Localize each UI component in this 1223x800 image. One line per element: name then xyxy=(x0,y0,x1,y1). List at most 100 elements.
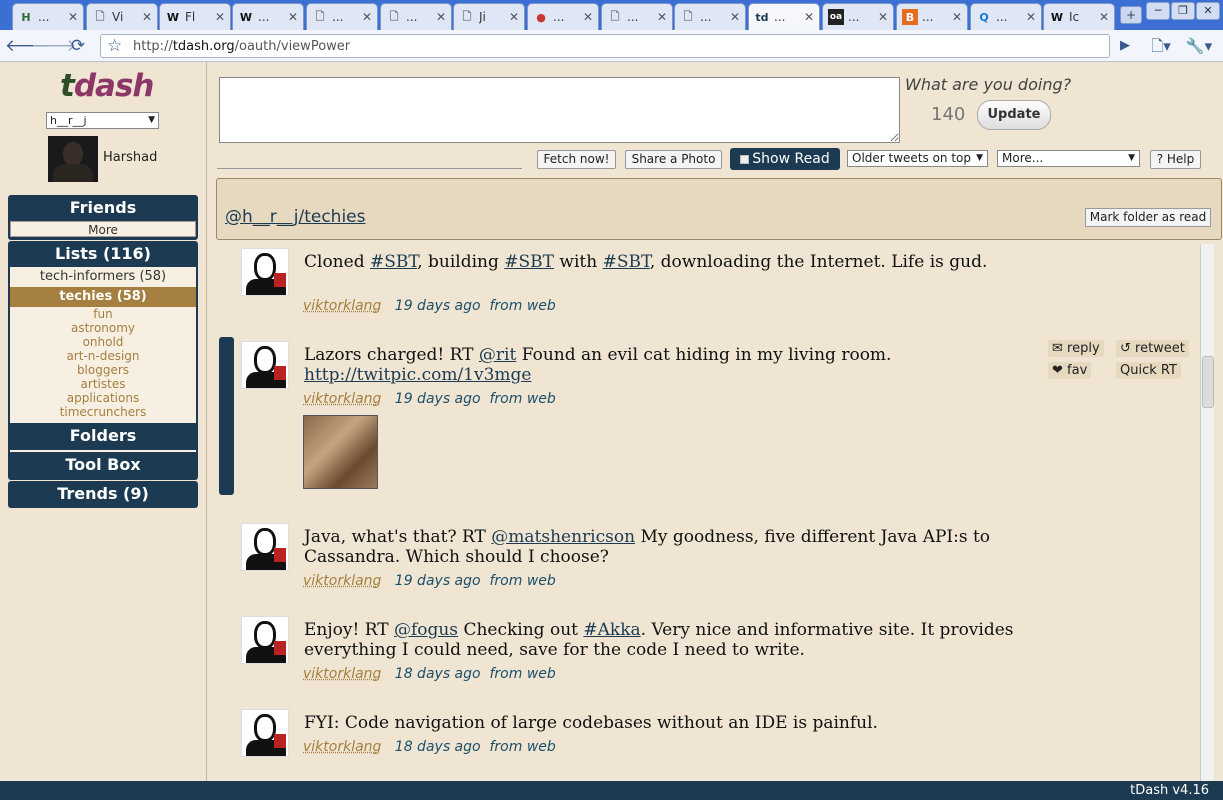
browser-tab[interactable]: B... ✕ xyxy=(896,3,968,30)
help-button[interactable]: ? Help xyxy=(1150,150,1201,169)
browser-tab[interactable]: 🗋... ✕ xyxy=(306,3,378,30)
tweet-link[interactable]: #Akka xyxy=(583,620,640,640)
list-item[interactable]: tech-informers (58) xyxy=(10,267,196,287)
tweet-avatar[interactable] xyxy=(241,341,289,389)
tweet-link[interactable]: #SBT xyxy=(504,252,554,272)
feed-scrollbar[interactable] xyxy=(1200,244,1214,781)
browser-tab[interactable]: 🗋... ✕ xyxy=(601,3,673,30)
browser-tab[interactable]: 🗋 Vi ✕ xyxy=(86,3,158,30)
mark-folder-read-button[interactable]: Mark folder as read xyxy=(1085,208,1211,227)
browser-tab[interactable]: 🗋 Ji ✕ xyxy=(453,3,525,30)
status-input[interactable] xyxy=(219,77,900,143)
toolbox-panel[interactable]: Tool Box xyxy=(8,452,198,479)
wrench-menu-icon[interactable]: 🔧▾ xyxy=(1184,35,1214,57)
close-tab-icon[interactable]: ✕ xyxy=(1026,10,1036,24)
tweet-avatar[interactable] xyxy=(241,709,289,757)
more-select[interactable]: More... ▼ xyxy=(997,150,1140,167)
address-bar[interactable]: ☆ http://tdash.org/oauth/viewPower xyxy=(100,34,1110,58)
account-select[interactable]: h__r__j ▼ xyxy=(46,112,159,129)
tweet-username-link[interactable]: viktorklang xyxy=(303,298,381,314)
share-photo-button[interactable]: Share a Photo xyxy=(625,150,722,169)
close-tab-icon[interactable]: ✕ xyxy=(142,10,152,24)
show-read-toggle[interactable]: Show Read xyxy=(730,148,840,170)
trends-panel[interactable]: Trends (9) xyxy=(8,481,198,508)
new-tab-button[interactable]: + xyxy=(1120,6,1142,24)
close-tab-icon[interactable]: ✕ xyxy=(362,10,372,24)
scrollbar-thumb[interactable] xyxy=(1202,356,1214,408)
close-tab-icon[interactable]: ✕ xyxy=(952,10,962,24)
tweet-avatar[interactable] xyxy=(241,248,289,296)
sublist-item[interactable]: artistes xyxy=(10,377,196,391)
browser-tab[interactable]: H... ✕ xyxy=(12,3,84,30)
quick-rt-button[interactable]: Quick RT xyxy=(1116,362,1181,379)
close-tab-icon[interactable]: ✕ xyxy=(804,10,814,24)
reload-icon[interactable]: ⟳ xyxy=(66,35,90,57)
close-tab-icon[interactable]: ✕ xyxy=(878,10,888,24)
tweet-link[interactable]: @matshenricson xyxy=(491,527,635,547)
lists-header[interactable]: Lists (116) xyxy=(8,241,198,267)
browser-tab[interactable]: ●... ✕ xyxy=(527,3,599,30)
back-icon[interactable]: 🡐 xyxy=(5,35,51,57)
folders-panel[interactable]: Folders xyxy=(8,423,198,450)
browser-tab[interactable]: Q... ✕ xyxy=(970,3,1042,30)
tweet-time-link[interactable]: 18 days ago xyxy=(395,666,481,682)
tweet-link[interactable]: @rit xyxy=(479,345,516,365)
tweet-username-link[interactable]: viktorklang xyxy=(303,666,381,682)
close-tab-icon[interactable]: ✕ xyxy=(288,10,298,24)
maximize-window-button[interactable]: ❐ xyxy=(1171,2,1195,20)
checkbox-icon[interactable] xyxy=(740,154,750,164)
close-window-button[interactable]: ✕ xyxy=(1196,2,1220,20)
tweet-username-link[interactable]: viktorklang xyxy=(303,391,381,407)
tweet-link[interactable]: #SBT xyxy=(603,252,650,272)
sublist-item[interactable]: applications xyxy=(10,391,196,405)
sublist-item[interactable]: fun xyxy=(10,307,196,321)
tweet-avatar[interactable] xyxy=(241,616,289,664)
tweet-link[interactable]: #SBT xyxy=(370,252,417,272)
reply-button[interactable]: ✉ reply xyxy=(1048,340,1104,357)
list-item[interactable]: techies (58) xyxy=(10,287,196,307)
sublist-item[interactable]: onhold xyxy=(10,335,196,349)
tweet-photo-thumbnail[interactable] xyxy=(303,415,378,489)
browser-tab[interactable]: 🗋... ✕ xyxy=(380,3,452,30)
tweet-link[interactable]: @fogus xyxy=(394,620,458,640)
sublist-item[interactable]: timecrunchers xyxy=(10,405,196,419)
tweet-username-link[interactable]: viktorklang xyxy=(303,739,381,755)
trends-header[interactable]: Trends (9) xyxy=(8,481,198,507)
fetch-now-button[interactable]: Fetch now! xyxy=(537,150,616,169)
browser-tab[interactable]: W Ic ✕ xyxy=(1043,3,1115,30)
close-tab-icon[interactable]: ✕ xyxy=(730,10,740,24)
tweet-username-link[interactable]: viktorklang xyxy=(303,573,381,589)
forward-icon[interactable]: 🡒 xyxy=(31,35,77,57)
toolbox-header[interactable]: Tool Box xyxy=(8,452,198,478)
friends-more-link[interactable]: More xyxy=(10,221,196,237)
folders-header[interactable]: Folders xyxy=(8,423,198,449)
close-tab-icon[interactable]: ✕ xyxy=(436,10,446,24)
browser-tab[interactable]: oa... ✕ xyxy=(822,3,894,30)
close-tab-icon[interactable]: ✕ xyxy=(215,10,225,24)
sublist-item[interactable]: astronomy xyxy=(10,321,196,335)
go-icon[interactable]: ▶ xyxy=(1113,35,1137,57)
tweet-time-link[interactable]: 19 days ago xyxy=(395,391,481,407)
close-tab-icon[interactable]: ✕ xyxy=(1099,10,1109,24)
browser-tab[interactable]: W... ✕ xyxy=(232,3,304,30)
tweet-time-link[interactable]: 18 days ago xyxy=(395,739,481,755)
browser-tab[interactable]: W Fl ✕ xyxy=(159,3,231,30)
tdash-logo[interactable]: tdash xyxy=(60,68,154,104)
tweet-time-link[interactable]: 19 days ago xyxy=(395,573,481,589)
close-tab-icon[interactable]: ✕ xyxy=(509,10,519,24)
tweet-link[interactable]: http://twitpic.com/1v3mge xyxy=(304,365,531,385)
tweet-avatar[interactable] xyxy=(241,523,289,571)
sublist-item[interactable]: art-n-design xyxy=(10,349,196,363)
close-tab-icon[interactable]: ✕ xyxy=(68,10,78,24)
retweet-button[interactable]: ↺ retweet xyxy=(1116,340,1189,357)
browser-tab[interactable]: 🗋... ✕ xyxy=(674,3,746,30)
minimize-window-button[interactable]: ─ xyxy=(1146,2,1170,20)
fav-button[interactable]: ❤ fav xyxy=(1048,362,1092,379)
close-tab-icon[interactable]: ✕ xyxy=(583,10,593,24)
browser-tab[interactable]: td... ✕ xyxy=(748,3,820,30)
sublist-item[interactable]: bloggers xyxy=(10,363,196,377)
tweet-time-link[interactable]: 19 days ago xyxy=(395,298,481,314)
close-tab-icon[interactable]: ✕ xyxy=(657,10,667,24)
folder-name-link[interactable]: @h__r__j/techies xyxy=(225,207,366,227)
update-button[interactable]: Update xyxy=(977,100,1051,130)
